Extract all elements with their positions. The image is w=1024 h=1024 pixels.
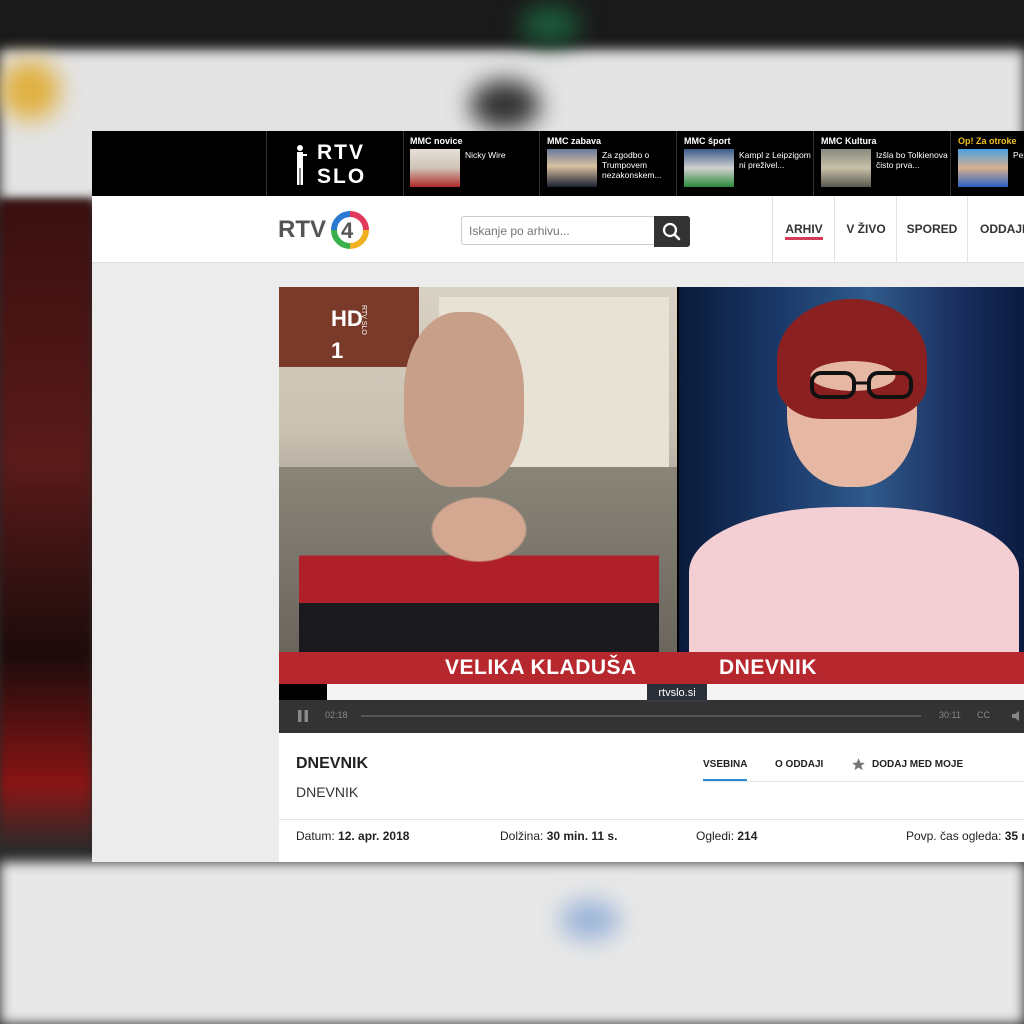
news-headline: Za zgodbo o Trumpovem nezakonskem... <box>602 150 662 180</box>
star-icon <box>852 758 865 771</box>
meta-length-value: 30 min. 11 s. <box>546 829 618 843</box>
tab-vsebina[interactable]: VSEBINA <box>703 759 748 781</box>
news-strip: RTV SLO MMC novice Nicky Wire MMC zabava… <box>92 131 1024 196</box>
news-category: MMC zabava <box>547 136 602 146</box>
search-input[interactable] <box>461 216 658 245</box>
video-player[interactable]: HD 1 RTV SLO VELIKA KLADUŠA DNEVNIK rtvs… <box>279 287 1024 733</box>
meta-avg-watch: Povp. čas ogleda: 35 m <box>906 829 1024 843</box>
browser-window: RTV SLO MMC novice Nicky Wire MMC zabava… <box>92 131 1024 862</box>
rtvslo-logo[interactable]: RTV SLO <box>289 139 389 189</box>
channel-sub-text: RTV SLO <box>360 305 367 335</box>
meta-avg-label: Povp. čas ogleda: <box>906 829 1002 843</box>
episode-title: DNEVNIK <box>296 755 369 772</box>
backdrop-blob <box>470 80 540 130</box>
nav-label: ARHIV <box>785 222 823 236</box>
caption-show: DNEVNIK <box>719 656 818 679</box>
news-thumbnail <box>547 149 597 187</box>
news-headline: Nicky Wire <box>465 150 506 160</box>
nav-oddaje[interactable]: ODDAJE <box>967 196 1024 262</box>
episode-info: DNEVNIK DNEVNIK VSEBINA O ODDAJI DODAJ M… <box>279 733 1024 862</box>
meta-views-value: 214 <box>737 829 758 843</box>
tabs-divider <box>703 781 1024 782</box>
tab-label: VSEBINA <box>703 759 748 770</box>
news-item-op-za-otroke[interactable]: Op! Za otroke Pep pac <box>951 131 1024 196</box>
archive-search <box>461 216 690 247</box>
site-header: RTV 4 ARHIV V ŽIVO <box>92 196 1024 263</box>
backdrop-bottom <box>0 862 1024 1024</box>
news-category: MMC novice <box>410 136 463 146</box>
pause-icon[interactable] <box>297 709 309 723</box>
rtvslo-logo-line1: RTV <box>317 141 365 164</box>
nav-arhiv[interactable]: ARHIV <box>772 196 835 262</box>
backdrop-left <box>0 200 92 850</box>
news-item-mmc-kultura[interactable]: MMC Kultura Izšla bo Tolkienova čisto pr… <box>814 131 951 196</box>
episode-subtitle: DNEVNIK <box>296 784 359 800</box>
news-headline: Pep pac <box>1013 150 1024 160</box>
tab-o-oddaji[interactable]: O ODDAJI <box>775 759 823 770</box>
rtvslo-logo-line2: SLO <box>317 165 367 188</box>
nav-spored[interactable]: SPORED <box>896 196 967 262</box>
backdrop-blob <box>560 900 620 940</box>
meta-avg-value: 35 m <box>1004 829 1024 843</box>
search-icon <box>662 222 681 241</box>
player-controls: 02:18 30:11 CC <box>279 700 1024 733</box>
news-thumbnail <box>410 149 460 187</box>
news-category: Op! Za otroke <box>958 136 1017 146</box>
meta-length-label: Dolžina: <box>500 829 544 843</box>
meta-views-label: Ogledi: <box>696 829 735 843</box>
backdrop-blob <box>0 60 60 120</box>
news-item-mmc-sport[interactable]: MMC šport Kampl z Leipzigom ni preživel.… <box>677 131 814 196</box>
meta-date: Datum: 12. apr. 2018 <box>296 829 409 843</box>
caption-location: VELIKA KLADUŠA <box>445 656 637 679</box>
scene-reporter-head <box>404 312 524 487</box>
news-category: MMC Kultura <box>821 136 877 146</box>
time-total: 30:11 <box>939 710 961 720</box>
video-anchor-scene <box>679 287 1024 652</box>
news-item-mmc-novice[interactable]: MMC novice Nicky Wire <box>403 131 540 196</box>
backdrop-top <box>0 0 1024 50</box>
search-button[interactable] <box>654 216 690 247</box>
scene-anchor-jacket <box>689 507 1019 652</box>
tab-label: DODAJ MED MOJE <box>872 759 964 770</box>
rtv4-ring-icon: 4 <box>331 211 369 249</box>
nav-label: V ŽIVO <box>846 222 886 236</box>
nav-label: ODDAJE <box>980 222 1024 236</box>
tab-label: O ODDAJI <box>775 759 824 770</box>
backdrop-blob <box>520 5 580 45</box>
seek-bar[interactable] <box>361 715 921 717</box>
meta-views: Ogledi: 214 <box>696 829 757 843</box>
news-headline: Izšla bo Tolkienova čisto prva... <box>876 150 948 170</box>
news-category: MMC šport <box>684 136 731 146</box>
meta-date-label: Datum: <box>296 829 335 843</box>
news-headline: Kampl z Leipzigom ni preživel... <box>739 150 811 170</box>
rtvslo-logo-cell[interactable]: RTV SLO <box>266 131 404 196</box>
news-thumbnail <box>684 149 734 187</box>
news-thumbnail <box>958 149 1008 187</box>
rtv4-logo[interactable]: RTV 4 <box>278 204 378 254</box>
glasses-icon <box>810 371 913 399</box>
meta-length: Dolžina: 30 min. 11 s. <box>500 829 617 843</box>
video-reporter-scene: HD 1 RTV SLO <box>279 287 677 652</box>
add-to-favorites-button[interactable]: DODAJ MED MOJE <box>851 757 963 772</box>
scene-reporter <box>299 477 659 652</box>
caption-ribbon: VELIKA KLADUŠA DNEVNIK <box>279 652 1024 684</box>
captions-button[interactable]: CC <box>977 710 990 720</box>
rtv4-logo-text: RTV <box>278 216 326 243</box>
news-thumbnail <box>821 149 871 187</box>
volume-icon[interactable] <box>1011 709 1023 723</box>
nav-active-underline <box>785 237 823 240</box>
time-current: 02:18 <box>325 710 348 720</box>
news-item-mmc-zabava[interactable]: MMC zabava Za zgodbo o Trumpovem nezakon… <box>540 131 677 196</box>
meta-divider <box>279 819 1024 820</box>
meta-date-value: 12. apr. 2018 <box>338 829 410 843</box>
nav-label: SPORED <box>906 222 958 236</box>
rtv4-logo-number: 4 <box>341 218 354 243</box>
trumpeter-figure-icon <box>297 145 307 185</box>
nav-v-zivo[interactable]: V ŽIVO <box>834 196 897 262</box>
